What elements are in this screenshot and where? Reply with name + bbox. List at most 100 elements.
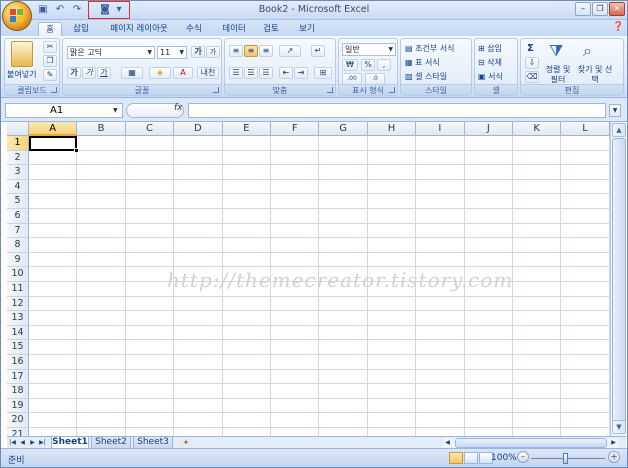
column-header-a[interactable]: A	[29, 122, 78, 136]
row-header-19[interactable]: 19	[7, 398, 29, 414]
orientation-icon[interactable]: ↗	[279, 45, 301, 57]
tab-view[interactable]: 보기	[295, 22, 319, 36]
align-bottom-icon[interactable]: ≡	[259, 45, 273, 57]
number-launcher-icon[interactable]	[389, 87, 395, 93]
shrink-font-button[interactable]: 가	[206, 46, 220, 58]
underline-button[interactable]: 가	[97, 67, 111, 79]
row-header-10[interactable]: 10	[7, 267, 29, 282]
row-header-16[interactable]: 16	[7, 355, 29, 370]
column-header-d[interactable]: D	[174, 122, 223, 136]
row-header-14[interactable]: 14	[7, 325, 29, 341]
copy-icon[interactable]: ❐	[43, 55, 57, 67]
scroll-up-icon[interactable]: ▲	[612, 123, 626, 137]
column-header-e[interactable]: E	[222, 122, 271, 136]
decrease-indent-icon[interactable]: ⇤	[279, 67, 293, 79]
row-header-7[interactable]: 7	[7, 223, 29, 239]
row-header-18[interactable]: 18	[7, 384, 29, 399]
bold-button[interactable]: 가	[67, 67, 81, 79]
help-icon[interactable]: ❓	[613, 22, 624, 32]
horizontal-scrollbar[interactable]: ◀ ▶	[443, 438, 619, 448]
select-all-button[interactable]	[7, 122, 29, 136]
row-header-8[interactable]: 8	[7, 238, 29, 253]
row-header-17[interactable]: 17	[7, 369, 29, 385]
fill-color-icon[interactable]: ◈	[149, 67, 171, 79]
tab-formulas[interactable]: 수식	[182, 22, 206, 36]
clear-icon[interactable]: ⌫	[525, 71, 539, 83]
row-header-4[interactable]: 4	[7, 179, 29, 195]
zoom-in-icon[interactable]: +	[608, 451, 620, 463]
column-header-c[interactable]: C	[125, 122, 175, 136]
row-header-9[interactable]: 9	[7, 252, 29, 268]
scroll-down-icon[interactable]: ▼	[612, 420, 626, 434]
horizontal-scroll-thumb[interactable]	[455, 438, 607, 448]
cut-icon[interactable]: ✂	[43, 41, 57, 53]
scroll-right-icon[interactable]: ▶	[609, 438, 618, 447]
format-as-table-button[interactable]: ▦ 표 서식	[405, 57, 440, 68]
borders-icon[interactable]: ▦	[121, 67, 143, 79]
last-sheet-icon[interactable]: ▶|	[38, 438, 47, 447]
close-button[interactable]: ✕	[609, 2, 625, 16]
column-header-h[interactable]: H	[367, 122, 417, 136]
currency-button[interactable]: ₩	[342, 59, 358, 71]
column-header-b[interactable]: B	[77, 122, 126, 136]
format-painter-icon[interactable]: ✎	[43, 69, 57, 81]
worksheet-grid[interactable]: ABCDEFGHIJKL 1 2 3 4 5 6 7 8 9 10 11 12 13 14 15 16 17 18…	[7, 122, 610, 436]
tab-home[interactable]: 홈	[38, 22, 62, 36]
zoom-slider[interactable]	[531, 458, 605, 459]
column-header-g[interactable]: G	[319, 122, 368, 136]
row-header-15[interactable]: 15	[7, 340, 29, 355]
zoom-slider-thumb[interactable]	[563, 453, 568, 464]
italic-button[interactable]: 가	[82, 67, 96, 79]
number-format-select[interactable]: 일반 ▼	[342, 43, 396, 56]
font-size-select[interactable]: 11 ▼	[157, 46, 187, 59]
expand-formula-bar-icon[interactable]: ▼	[609, 104, 621, 117]
comma-button[interactable]: ,	[377, 59, 391, 71]
column-header-j[interactable]: J	[464, 122, 513, 136]
find-select-button[interactable]: 찾기 및 선택	[577, 65, 613, 85]
row-header-6[interactable]: 6	[7, 209, 29, 224]
row-header-1[interactable]: 1	[7, 136, 29, 151]
normal-view-icon[interactable]	[449, 452, 463, 464]
row-header-20[interactable]: 20	[7, 413, 29, 428]
paste-button[interactable]: 붙여넣기	[7, 69, 36, 80]
scroll-left-icon[interactable]: ◀	[443, 438, 452, 447]
column-header-k[interactable]: K	[513, 122, 562, 136]
row-header-11[interactable]: 11	[7, 282, 29, 297]
zoom-level[interactable]: 100%	[491, 453, 517, 463]
tab-data[interactable]: 데이터	[218, 22, 250, 36]
delete-cells-button[interactable]: ⊟ 삭제	[478, 57, 502, 68]
vertical-scrollbar[interactable]: ▲ ▼	[610, 122, 626, 436]
conditional-formatting-button[interactable]: ▤ 조건부 서식	[405, 43, 454, 54]
align-top-icon[interactable]: ≡	[229, 45, 243, 57]
increase-indent-icon[interactable]: ⇥	[294, 67, 308, 79]
column-header-f[interactable]: F	[271, 122, 320, 136]
grow-font-button[interactable]: 가	[191, 46, 205, 58]
font-color-icon[interactable]: A	[173, 67, 193, 79]
zoom-out-icon[interactable]: –	[517, 451, 529, 463]
align-right-icon[interactable]: ☰	[259, 67, 273, 79]
autosum-button[interactable]: Σ	[527, 43, 534, 54]
font-launcher-icon[interactable]	[213, 87, 219, 93]
row-header-3[interactable]: 3	[7, 165, 29, 180]
align-center-icon[interactable]: ☰	[244, 67, 258, 79]
font-family-select[interactable]: 맑은 고딕 ▼	[67, 46, 155, 59]
tab-review[interactable]: 검토	[258, 22, 284, 36]
vertical-scroll-thumb[interactable]	[612, 138, 626, 424]
active-cell-a1[interactable]	[29, 136, 77, 151]
minimize-button[interactable]: –	[575, 2, 591, 16]
fill-icon[interactable]: ⇩	[525, 57, 539, 69]
cell-styles-button[interactable]: ▧ 셀 스타일	[405, 71, 447, 82]
wrap-text-icon[interactable]: ↵	[311, 45, 325, 57]
format-cells-button[interactable]: ▣ 서식	[478, 71, 503, 82]
merge-center-icon[interactable]: ⊞	[314, 67, 332, 79]
chevron-down-icon[interactable]: ▼	[113, 107, 118, 114]
name-box[interactable]: A1	[5, 103, 123, 118]
phonetic-button[interactable]: 내천	[197, 67, 219, 79]
prev-sheet-icon[interactable]: ◀	[18, 438, 27, 447]
row-header-21[interactable]: 21	[7, 428, 29, 436]
first-sheet-icon[interactable]: |◀	[8, 438, 17, 447]
row-header-2[interactable]: 2	[7, 150, 29, 166]
sort-filter-button[interactable]: 정렬 및 필터	[543, 65, 573, 85]
tab-page-layout[interactable]: 페이지 레이아웃	[104, 22, 174, 36]
column-header-l[interactable]: L	[561, 122, 610, 136]
